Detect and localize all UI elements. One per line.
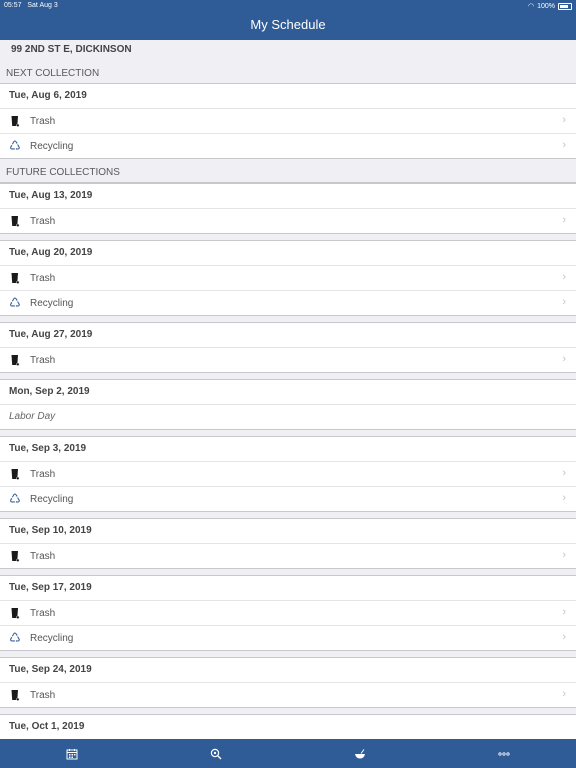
recycle-icon: ♺ [9, 630, 21, 645]
item-label: Recycling [30, 632, 74, 644]
tab-schedule[interactable] [0, 739, 144, 768]
tab-more[interactable] [432, 739, 576, 768]
chevron-right-icon: › [562, 688, 566, 700]
trash-row[interactable]: Trash › [0, 544, 576, 568]
item-label: Recycling [30, 297, 74, 309]
tab-search[interactable] [144, 739, 288, 768]
chevron-right-icon: › [562, 353, 566, 365]
collection-group: Mon, Sep 2, 2019 Labor Day [0, 379, 576, 430]
schedule-list[interactable]: 99 2ND ST E, DICKINSON NEXT COLLECTION T… [0, 40, 576, 739]
collection-date: Tue, Aug 6, 2019 [0, 84, 576, 109]
item-label: Trash [30, 272, 56, 284]
recycling-row[interactable]: ♺ Recycling › [0, 134, 576, 158]
trash-bin-icon [0, 468, 30, 480]
calendar-icon [66, 748, 78, 759]
tab-bowl[interactable] [288, 739, 432, 768]
collection-date: Mon, Sep 2, 2019 [0, 380, 576, 405]
collection-group: Tue, Aug 27, 2019 Trash › [0, 322, 576, 373]
chevron-right-icon: › [562, 631, 566, 643]
status-time: 05:57 [4, 2, 22, 9]
item-label: Trash [30, 607, 56, 619]
address-label: 99 2ND ST E, DICKINSON [0, 40, 576, 60]
collection-date: Tue, Oct 1, 2019 [0, 715, 576, 739]
recycle-icon: ♺ [9, 138, 21, 153]
bowl-icon [355, 748, 365, 758]
chevron-right-icon: › [562, 492, 566, 504]
trash-row[interactable]: Trash › [0, 109, 576, 134]
item-label: Recycling [30, 140, 74, 152]
chevron-right-icon: › [562, 214, 566, 226]
collection-group: Tue, Sep 10, 2019 Trash › [0, 518, 576, 569]
future-collections-header: FUTURE COLLECTIONS [0, 164, 576, 183]
collection-group: Tue, Aug 20, 2019 Trash › ♺ Recycling › [0, 240, 576, 316]
item-label: Trash [30, 550, 56, 562]
status-date: Sat Aug 3 [27, 2, 58, 9]
collection-group: Tue, Sep 24, 2019 Trash › [0, 657, 576, 708]
chevron-right-icon: › [562, 467, 566, 479]
battery-icon [558, 2, 572, 10]
trash-row[interactable]: Trash › [0, 601, 576, 626]
collection-group: Tue, Aug 13, 2019 Trash › [0, 183, 576, 234]
item-label: Trash [30, 354, 56, 366]
item-label: Trash [30, 468, 56, 480]
trash-bin-icon [0, 272, 30, 284]
collection-date: Tue, Sep 24, 2019 [0, 658, 576, 683]
chevron-right-icon: › [562, 549, 566, 561]
chevron-right-icon: › [562, 139, 566, 151]
holiday-note: Labor Day [9, 411, 56, 422]
nav-bar: My Schedule [0, 12, 576, 40]
trash-row[interactable]: Trash › [0, 266, 576, 291]
status-bar: 05:57 Sat Aug 3 ◠ 100% [0, 0, 576, 12]
trash-row[interactable]: Trash › [0, 348, 576, 372]
item-label: Recycling [30, 493, 74, 505]
recycle-icon: ♺ [9, 491, 21, 506]
next-collection-header: NEXT COLLECTION [0, 65, 576, 84]
collection-date: Tue, Aug 27, 2019 [0, 323, 576, 348]
chevron-right-icon: › [562, 296, 566, 308]
trash-bin-icon [0, 607, 30, 619]
collection-group: Tue, Sep 17, 2019 Trash › ♺ Recycling › [0, 575, 576, 651]
collection-date: Tue, Aug 20, 2019 [0, 241, 576, 266]
status-right: ◠ 100% [528, 2, 572, 10]
trash-bin-icon [0, 115, 30, 127]
item-label: Trash [30, 215, 56, 227]
search-location-icon [210, 748, 222, 759]
recycling-row[interactable]: ♺ Recycling › [0, 487, 576, 511]
chevron-right-icon: › [562, 606, 566, 618]
status-time-date: 05:57 Sat Aug 3 [4, 2, 58, 9]
trash-bin-icon [0, 354, 30, 366]
collection-date: Tue, Sep 3, 2019 [0, 437, 576, 462]
trash-row[interactable]: Trash › [0, 462, 576, 487]
more-icon [498, 751, 510, 756]
collection-group: Tue, Sep 3, 2019 Trash › ♺ Recycling › [0, 436, 576, 512]
page-title: My Schedule [250, 17, 326, 32]
recycling-row[interactable]: ♺ Recycling › [0, 291, 576, 315]
chevron-right-icon: › [562, 114, 566, 126]
chevron-right-icon: › [562, 271, 566, 283]
trash-bin-icon [0, 689, 30, 701]
trash-bin-icon [0, 550, 30, 562]
tab-bar [0, 739, 576, 768]
recycle-icon: ♺ [9, 295, 21, 310]
trash-row[interactable]: Trash › [0, 209, 576, 233]
battery-percent: 100% [537, 2, 555, 10]
collection-group: Tue, Oct 1, 2019 [0, 714, 576, 739]
trash-row[interactable]: Trash › [0, 683, 576, 707]
recycling-row[interactable]: ♺ Recycling › [0, 626, 576, 650]
wifi-icon: ◠ [527, 3, 535, 10]
collection-date: Tue, Aug 13, 2019 [0, 184, 576, 209]
item-label: Trash [30, 689, 56, 701]
collection-date: Tue, Sep 17, 2019 [0, 576, 576, 601]
collection-date: Tue, Sep 10, 2019 [0, 519, 576, 544]
trash-bin-icon [0, 215, 30, 227]
item-label: Trash [30, 115, 56, 127]
next-collection-group: Tue, Aug 6, 2019 Trash › ♺ Recycling › [0, 84, 576, 159]
